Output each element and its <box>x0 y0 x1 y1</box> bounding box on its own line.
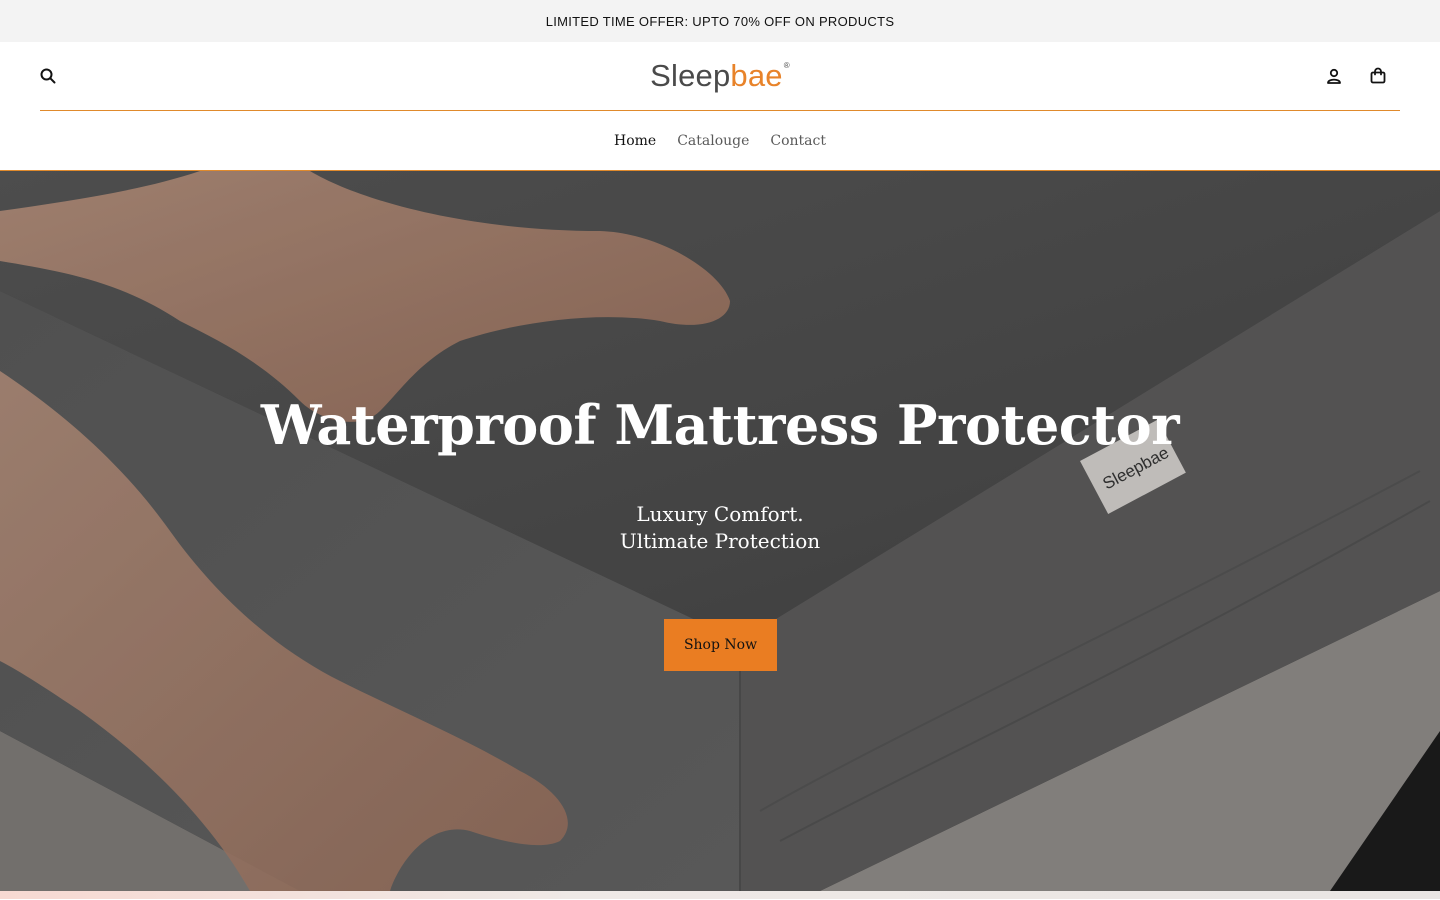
hero-banner: Sleepbae Waterproof Mattress Protector L… <box>0 171 1440 891</box>
announcement-text: LIMITED TIME OFFER: UPTO 70% OFF ON PROD… <box>545 13 895 29</box>
nav-item-home[interactable]: Home <box>614 133 656 149</box>
site-header: Sleep bae ® <box>40 42 1400 111</box>
site-logo[interactable]: Sleep bae ® <box>650 58 790 94</box>
search-icon[interactable] <box>34 62 62 90</box>
logo-registered-mark: ® <box>783 61 790 70</box>
main-nav: Home Catalouge Contact <box>0 111 1440 171</box>
hero-subtitle: Luxury Comfort. Ultimate Protection <box>0 501 1440 555</box>
nav-item-contact[interactable]: Contact <box>770 133 826 149</box>
logo-text-bae: bae <box>730 58 783 93</box>
next-section-edge <box>0 891 1440 899</box>
nav-item-catalogue[interactable]: Catalouge <box>677 133 749 149</box>
hero-subtitle-line1: Luxury Comfort. <box>636 502 804 526</box>
hero-title: Waterproof Mattress Protector <box>260 393 1180 457</box>
hero-subtitle-line2: Ultimate Protection <box>619 529 821 553</box>
account-icon[interactable] <box>1320 62 1348 90</box>
announcement-bar: LIMITED TIME OFFER: UPTO 70% OFF ON PROD… <box>0 0 1440 42</box>
hero-content: Waterproof Mattress Protector Luxury Com… <box>0 171 1440 891</box>
logo-text-sleep: Sleep <box>650 58 731 93</box>
shop-now-button[interactable]: Shop Now <box>664 619 777 671</box>
cart-icon[interactable] <box>1364 62 1392 90</box>
